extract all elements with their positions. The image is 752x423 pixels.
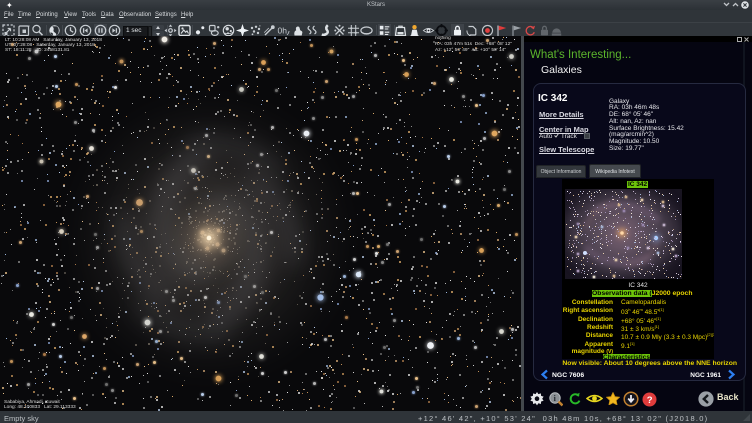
svg-text:0h: 0h [278, 25, 288, 35]
svg-text:?: ? [647, 395, 653, 406]
